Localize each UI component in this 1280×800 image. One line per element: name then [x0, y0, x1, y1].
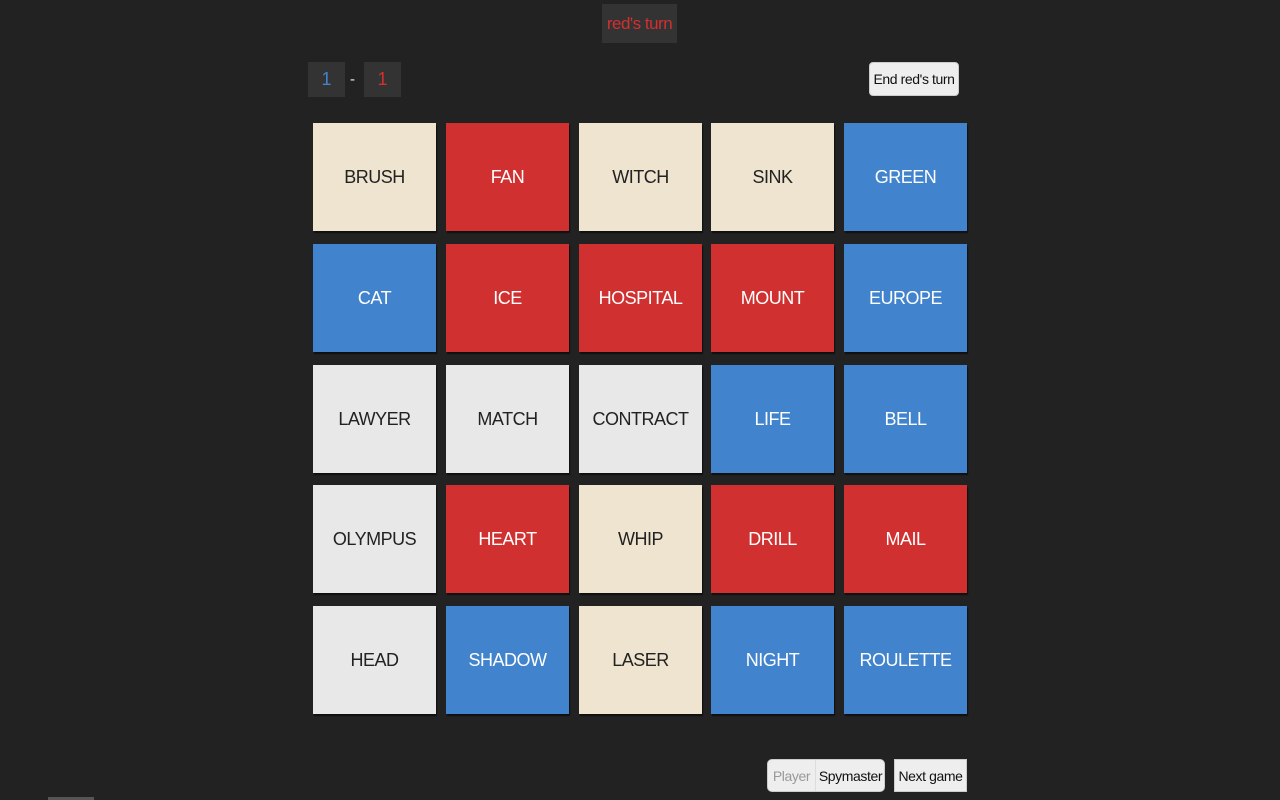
card-life[interactable]: LIFE: [711, 365, 834, 473]
card-word: SINK: [752, 166, 793, 187]
card-word: CONTRACT: [592, 408, 690, 429]
card-ice[interactable]: ICE: [446, 244, 569, 352]
red-score: 1: [364, 62, 401, 97]
card-lawyer[interactable]: LAWYER: [313, 365, 436, 473]
card-fan[interactable]: FAN: [446, 123, 569, 231]
card-word: FAN: [490, 166, 525, 187]
card-word: LIFE: [754, 408, 791, 429]
next-game-button[interactable]: Next game: [894, 759, 967, 792]
card-head[interactable]: HEAD: [313, 606, 436, 714]
role-option-spymaster[interactable]: Spymaster: [816, 760, 884, 791]
card-laser[interactable]: LASER: [579, 606, 702, 714]
card-word: GREEN: [874, 166, 937, 187]
card-contract[interactable]: CONTRACT: [579, 365, 702, 473]
card-heart[interactable]: HEART: [446, 485, 569, 593]
card-bell[interactable]: BELL: [844, 365, 967, 473]
card-word: OLYMPUS: [332, 528, 417, 549]
card-word: LASER: [612, 649, 669, 670]
card-word: HEART: [478, 528, 537, 549]
card-word: BELL: [884, 408, 927, 429]
card-word: HOSPITAL: [598, 287, 683, 308]
card-mail[interactable]: MAIL: [844, 485, 967, 593]
card-word: HEAD: [350, 649, 399, 670]
score-separator: -: [350, 71, 355, 88]
card-olympus[interactable]: OLYMPUS: [313, 485, 436, 593]
card-word: ROULETTE: [859, 649, 952, 670]
card-word: DRILL: [748, 528, 797, 549]
card-match[interactable]: MATCH: [446, 365, 569, 473]
card-night[interactable]: NIGHT: [711, 606, 834, 714]
card-word: SHADOW: [468, 649, 548, 670]
card-shadow[interactable]: SHADOW: [446, 606, 569, 714]
card-witch[interactable]: WITCH: [579, 123, 702, 231]
game-board: BRUSH FAN WITCH SINK GREEN CAT ICE HOSPITAL MOUN…: [313, 123, 973, 723]
card-cat[interactable]: CAT: [313, 244, 436, 352]
card-word: BRUSH: [344, 166, 405, 187]
card-word: WHIP: [618, 528, 664, 549]
turn-indicator: red's turn: [602, 4, 677, 43]
card-europe[interactable]: EUROPE: [844, 244, 967, 352]
card-word: MAIL: [885, 528, 926, 549]
card-mount[interactable]: MOUNT: [711, 244, 834, 352]
role-option-player[interactable]: Player: [768, 760, 816, 791]
card-green[interactable]: GREEN: [844, 123, 967, 231]
card-word: MATCH: [477, 408, 538, 429]
role-toggle: Player Spymaster: [767, 759, 885, 792]
card-word: ICE: [493, 287, 522, 308]
card-drill[interactable]: DRILL: [711, 485, 834, 593]
card-word: LAWYER: [338, 408, 411, 429]
card-roulette[interactable]: ROULETTE: [844, 606, 967, 714]
card-brush[interactable]: BRUSH: [313, 123, 436, 231]
card-word: EUROPE: [868, 287, 943, 308]
card-word: CAT: [357, 287, 392, 308]
card-sink[interactable]: SINK: [711, 123, 834, 231]
card-hospital[interactable]: HOSPITAL: [579, 244, 702, 352]
card-whip[interactable]: WHIP: [579, 485, 702, 593]
card-word: MOUNT: [740, 287, 805, 308]
end-turn-button[interactable]: End red's turn: [869, 62, 959, 96]
card-word: NIGHT: [745, 649, 800, 670]
card-word: WITCH: [612, 166, 669, 187]
blue-score: 1: [308, 62, 345, 97]
